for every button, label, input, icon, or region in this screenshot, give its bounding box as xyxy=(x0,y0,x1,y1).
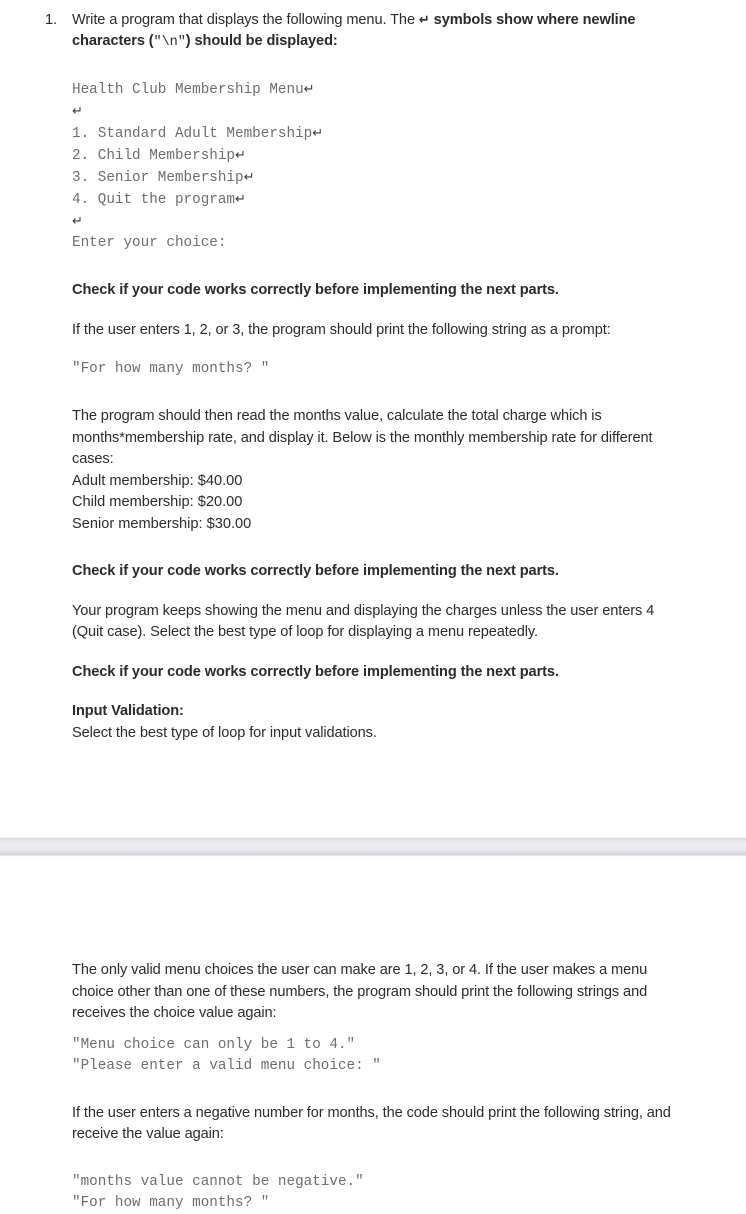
menu-line-text: 2. Child Membership xyxy=(72,148,236,164)
calculation-paragraph: The program should then read the months … xyxy=(72,408,653,467)
newline-symbol-icon: ↵ xyxy=(312,126,324,141)
newline-symbol-icon: ↵ xyxy=(235,192,246,207)
newline-symbol-icon: ↵ xyxy=(235,148,246,163)
menu-line-text: 4. Quit the program xyxy=(72,192,236,208)
menu-line: 3. Senior Membership↵ xyxy=(72,167,746,189)
newline-symbol-inline: ↵ xyxy=(418,13,430,28)
question-text-part-a: Write a program that displays the follow… xyxy=(72,12,419,28)
newline-symbol-icon: ↵ xyxy=(72,104,83,119)
valid-choices-paragraph: The only valid menu choices the user can… xyxy=(72,962,648,1021)
menu-output-block: Health Club Membership Menu↵ ↵ 1. Standard… xyxy=(0,79,746,254)
invalid-choice-strings-block: "Menu choice can only be 1 to 4." "Please… xyxy=(0,1035,746,1077)
rate-line-child: Child membership: $20.00 xyxy=(72,494,243,510)
rate-line-senior: Senior membership: $30.00 xyxy=(72,515,252,532)
question-prompt-text: Write a program that displays the follow… xyxy=(72,10,682,53)
page-two-content: The only valid menu choices the user can… xyxy=(0,860,746,1214)
page-one: 1. Write a program that displays the fol… xyxy=(0,0,746,744)
menu-line: Health Club Membership Menu↵ xyxy=(72,79,746,101)
newline-symbol-icon: ↵ xyxy=(243,170,255,185)
rate-line-adult: Adult membership: $40.00 xyxy=(72,472,243,489)
invalid-choice-string-line: "Please enter a valid menu choice: " xyxy=(72,1057,381,1074)
newline-symbol-icon: ↵ xyxy=(303,82,315,97)
input-validation-text: Select the best type of loop for input v… xyxy=(72,724,377,741)
list-marker: 1. xyxy=(45,12,58,28)
check-note-1: Check if your code works correctly befor… xyxy=(72,282,559,298)
menu-line: ↵ xyxy=(72,101,746,123)
question-item-1: 1. Write a program that displays the fol… xyxy=(0,0,746,53)
prompt-string-block: "For how many months? " xyxy=(72,361,270,377)
page-break-bar xyxy=(0,838,746,856)
menu-line: 1. Standard Adult Membership↵ xyxy=(72,123,746,145)
invalid-choice-string-line: "Menu choice can only be 1 to 4." xyxy=(72,1036,356,1053)
menu-line-text: Health Club Membership Menu xyxy=(72,82,304,98)
prompt-intro-paragraph: If the user enters 1, 2, or 3, the progr… xyxy=(72,321,611,338)
menu-line: ↵ xyxy=(72,211,746,233)
input-validation-heading: Input Validation: xyxy=(72,703,184,719)
negative-months-paragraph: If the user enters a negative number for… xyxy=(72,1104,671,1143)
page-two: The only valid menu choices the user can… xyxy=(0,860,746,1214)
menu-line: 4. Quit the program↵ xyxy=(72,189,746,211)
menu-line: 2. Child Membership↵ xyxy=(72,145,746,167)
question-text-part-c: ) should be displayed: xyxy=(185,33,338,49)
escape-code-snippet: "\n" xyxy=(153,35,186,50)
menu-line: Enter your choice: xyxy=(72,233,746,254)
newline-symbol-icon: ↵ xyxy=(72,214,83,229)
check-note-2: Check if your code works correctly befor… xyxy=(72,563,559,579)
menu-line-text: 1. Standard Adult Membership xyxy=(72,126,313,142)
loop-paragraph: Your program keeps showing the menu and … xyxy=(72,602,655,641)
check-note-3: Check if your code works correctly befor… xyxy=(72,663,559,680)
negative-strings-block: "months value cannot be negative." "For h… xyxy=(0,1172,746,1214)
menu-line-text: 3. Senior Membership xyxy=(72,170,244,186)
negative-string-line: "For how many months? " xyxy=(72,1194,270,1211)
page-break-divider xyxy=(0,836,746,860)
menu-line-text: Enter your choice: xyxy=(72,235,227,251)
negative-string-line: "months value cannot be negative." xyxy=(72,1173,364,1190)
